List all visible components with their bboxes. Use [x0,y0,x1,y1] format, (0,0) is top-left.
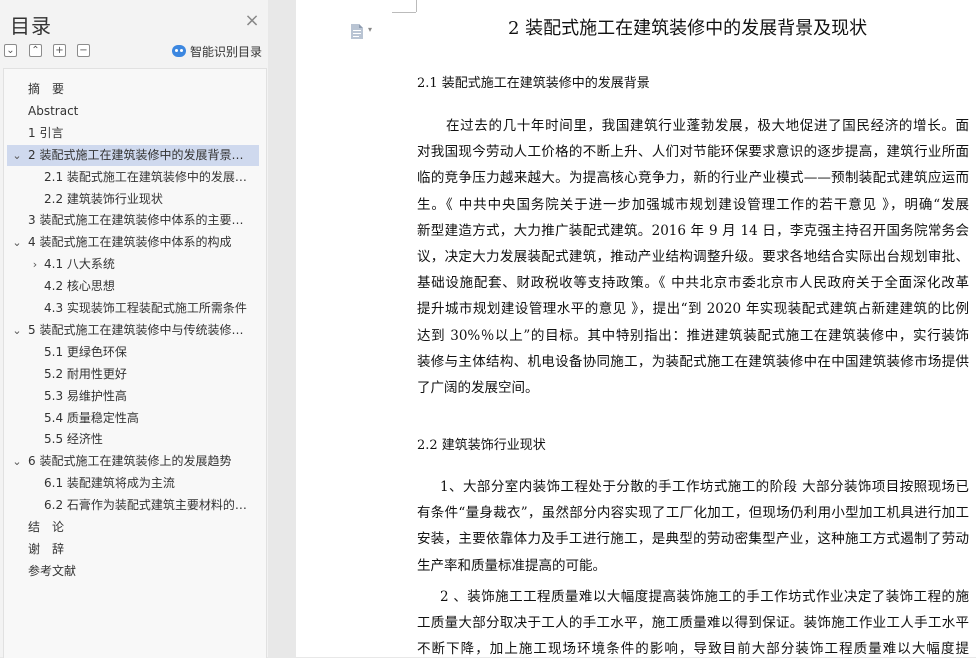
paragraph-line: 安装，主要依靠体力及手工进行施工，是典型的劳动密集型产业，这种施工方式遏制了劳动 [417,531,969,548]
chevron-right-icon[interactable]: › [29,254,41,275]
toc-item-label: 2.1 装配式施工在建筑装修中的发展背景 [44,169,255,184]
toc-item[interactable]: Abstract [7,101,259,122]
panel-splitter[interactable] [268,0,296,657]
toc-item[interactable]: 5.2 耐用性更好 [7,364,259,385]
toc-item[interactable]: 5.5 经济性 [7,429,259,450]
toc-item[interactable]: 5.1 更绿色环保 [7,342,259,363]
toc-item[interactable]: 摘 要 [7,79,259,100]
expand-all-icon[interactable]: ⌃ [29,44,42,57]
toc-list: 摘 要 Abstract 1 引言 ⌄ 2 装配式施工在建筑装修中的发展背景及现状 2.1… [3,68,267,658]
smart-recognize-label: 智能识别目录 [190,44,263,59]
toc-item-label: 4.2 核心思想 [44,279,115,294]
toc-item-label: 6 装配式施工在建筑装修上的发展趋势 [28,454,232,469]
toc-item-label: Abstract [28,103,79,118]
toc-item-label: 5.3 易维护性高 [44,388,127,403]
toc-item-label: 6.1 装配建筑将成为主流 [44,476,175,491]
paragraph-line: 提升城市规划建设管理水平的意见 》，提出“到 2020 年实现装配式建筑占新建建… [417,301,969,318]
chevron-down-icon[interactable]: ▾ [368,25,372,34]
toc-item-label: 2.2 建筑装饰行业现状 [44,191,163,206]
toc-item-label: 4.3 实现装饰工程装配式施工所需条件 [44,301,247,315]
toc-item-label: 6.2 石膏作为装配式建筑主要材料的优势 [44,498,255,513]
subsection-heading: 2.1 装配式施工在建筑装修中的发展背景 [417,76,650,91]
collapse-all-icon[interactable]: ⌄ [4,44,17,57]
paragraph-line: 达到 30%％以上”的目标。其中特别指出：推进建筑装配式施工在建筑装修中，实行装… [417,327,969,344]
remove-heading-icon[interactable]: − [77,44,90,57]
toc-item[interactable]: 6.2 石膏作为装配式建筑主要材料的优势 [7,495,259,516]
toc-item[interactable]: 结 论 [7,517,259,538]
page-corner-mark [416,0,417,12]
chevron-down-icon[interactable]: ⌄ [11,232,23,253]
paragraph-line: 议，决定大力发展装配式建筑，推动产业结构调整升级。要求各地结合实际出台规划审批、 [417,249,969,265]
toc-item[interactable]: 谢 辞 [7,539,259,560]
toc-item-label: 5.2 耐用性更好 [44,366,127,381]
paragraph-line: 新型建造方式，大力推广装配式建筑。2016 年 9 月 14 日，李克强主持召开… [417,222,969,239]
toc-item[interactable]: ⌄ 6 装配式施工在建筑装修上的发展趋势 [7,451,259,472]
paragraph-line: 生产率和质量标准提高的可能。 [417,557,606,574]
robot-icon [172,45,186,57]
toc-item-label: 5 装配式施工在建筑装修中与传统装修的比较 [28,322,255,337]
toc-item[interactable]: › 4.1 八大系统 [7,254,259,275]
toc-item-label: 谢 辞 [28,541,65,556]
paragraph-line: 1、大部分室内装饰工程处于分散的手工作坊式施工的阶段 大部分装饰项目按照现场已 [440,479,969,495]
chevron-down-icon[interactable]: ⌄ [11,451,23,472]
toc-item-label: 1 引言 [28,125,64,140]
toc-item-label: 3 装配式施工在建筑装修中体系的主要特点 [28,213,255,228]
paragraph-line: 工质量大部分取决于工人的手工水平，施工质量难以得到保证。装饰施工作业工人手工水平 [417,615,969,632]
toc-item[interactable]: 3 装配式施工在建筑装修中体系的主要特点 [7,210,259,231]
toc-title: 目录 [10,14,52,38]
smart-recognize-toc-button[interactable]: 智能识别目录 [172,43,262,59]
toc-item[interactable]: 参考文献 [7,561,259,582]
toc-item-label: 2 装配式施工在建筑装修中的发展背景及现状 [28,147,255,162]
paragraph-line: 了广阔的发展空间。 [417,380,539,396]
toc-item[interactable]: 4.3 实现装饰工程装配式施工所需条件 [7,298,259,319]
toc-item-label: 4.1 八大系统 [44,257,115,272]
toc-item-label: 结 论 [28,520,65,534]
close-icon[interactable]: × [244,12,260,30]
paragraph-line: 2 、装饰施工工程质量难以大幅度提高装饰施工的手工作坊式作业决定了装饰工程的施 [440,589,969,605]
page-icon[interactable] [351,24,363,39]
paragraph-line: 基础设施配套、财政税收等支持政策。《 中共北京市委北京市人民政府关于全面深化改革 [417,275,969,292]
chevron-down-icon[interactable]: ⌄ [11,320,23,341]
paragraph-line: 有条件“量身裁衣”，虽然部分内容实现了工厂化加工，但现场仍利用小型加工机具进行加… [417,505,969,522]
paragraph-line: 装修与主体结构、机电设备协同施工，为装配式施工在建筑装修中在中国建筑装修市场提供 [417,353,969,370]
paragraph-line: 在过去的几十年时间里，我国建筑行业蓬勃发展，极大地促进了国民经济的增长。面 [446,118,969,134]
toc-item[interactable]: 5.4 质量稳定性高 [7,408,259,429]
page-corner-mark [392,12,416,13]
toc-item[interactable]: 6.1 装配建筑将成为主流 [7,473,259,494]
add-heading-icon[interactable]: + [53,44,66,57]
toc-item[interactable]: ⌄ 5 装配式施工在建筑装修中与传统装修的比较 [7,320,259,341]
toc-item-label: 4 装配式施工在建筑装修中体系的构成 [28,235,232,250]
toc-item[interactable]: ⌄ 4 装配式施工在建筑装修中体系的构成 [7,232,259,253]
toc-item-label: 5.1 更绿色环保 [44,344,127,359]
toc-item[interactable]: 2.2 建筑装饰行业现状 [7,189,259,210]
paragraph-line: 生。《 中共中央国务院关于进一步加强城市规划建设管理工作的若干意见 》，明确“发… [417,196,969,213]
toc-item[interactable]: 4.2 核心思想 [7,276,259,297]
toc-sidebar: 目录 × ⌄ ⌃ + − 智能识别目录 摘 要 Abstract 1 引言 ⌄ 2 装配… [0,0,268,658]
toc-item[interactable]: 2.1 装配式施工在建筑装修中的发展背景 [7,167,259,188]
toc-item[interactable]: ⌄ 2 装配式施工在建筑装修中的发展背景及现状 [7,144,259,166]
toc-item[interactable]: 5.3 易维护性高 [7,386,259,407]
section-heading: 2 装配式施工在建筑装修中的发展背景及现状 [508,18,868,39]
toc-item[interactable]: 1 引言 [7,123,259,144]
toc-item-label: 5.5 经济性 [44,432,103,447]
chevron-down-icon[interactable]: ⌄ [11,145,23,166]
subsection-heading: 2.2 建筑装饰行业现状 [417,438,546,453]
document-page: ▾ 2 装配式施工在建筑装修中的发展背景及现状 2.1 装配式施工在建筑装修中的… [296,0,976,657]
paragraph-line: 临的竞争压力越来越大。为提高核心竞争力，新的行业产业模式——预制装配式建筑应运而 [417,170,969,187]
paragraph-line: 对我国现今劳动人工价格的不断上升、人们对节能环保要求意识的逐步提高，建筑行业所面 [417,144,969,161]
toc-item-label: 5.4 质量稳定性高 [44,410,139,425]
toc-item-label: 参考文献 [28,563,77,578]
paragraph-line: 不断下降，加上施工现场环境条件的影响，导致目前大部分装饰工程质量难以大幅度提 [417,641,969,657]
toc-item-label: 摘 要 [28,82,65,96]
